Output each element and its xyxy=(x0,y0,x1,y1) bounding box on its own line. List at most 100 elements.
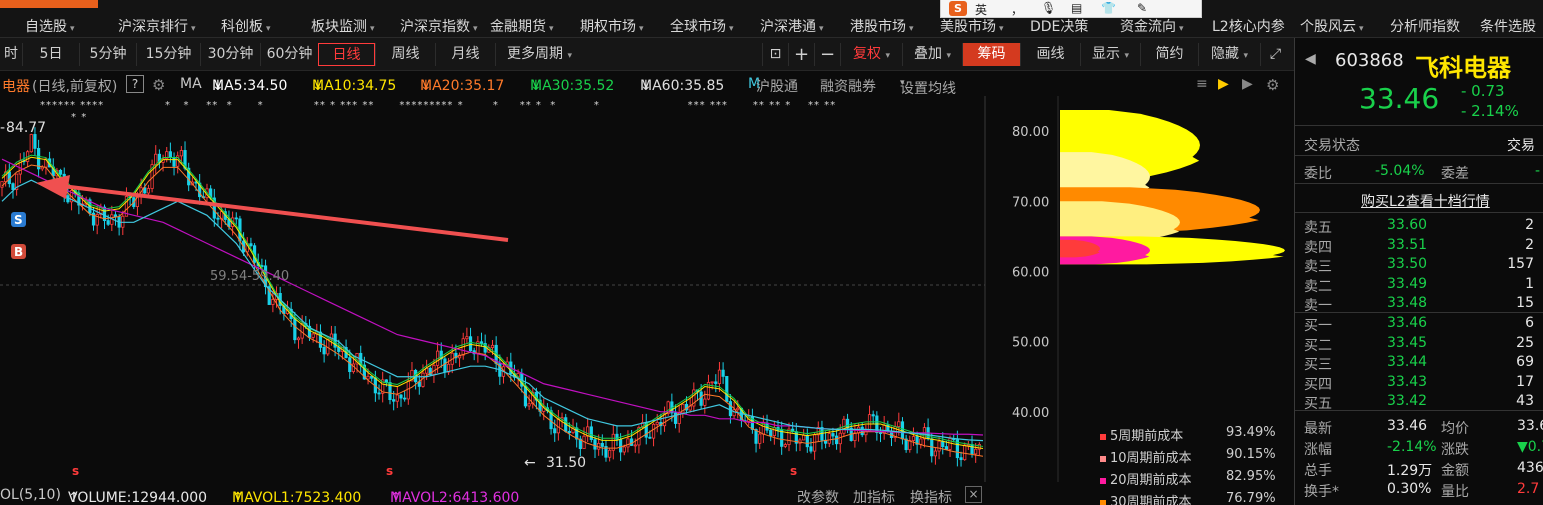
candle-body xyxy=(106,220,110,225)
rzrq-link[interactable]: 融资融券 xyxy=(820,76,876,96)
menu-item-10[interactable]: 美股市场 ▾ xyxy=(940,16,1004,36)
fullscreen-icon[interactable]: ⤢ xyxy=(1260,43,1290,66)
menu-item-label: DDE决策 xyxy=(1030,19,1089,35)
candle-body xyxy=(919,438,923,445)
menu-item-2[interactable]: 科创板 ▾ xyxy=(221,16,271,36)
menu-item-3[interactable]: 板块监测 ▾ xyxy=(311,16,375,36)
resize-handle[interactable] xyxy=(1295,479,1301,499)
s-marker-3[interactable]: s xyxy=(790,464,797,478)
candle-body xyxy=(465,336,469,340)
candle-body xyxy=(406,380,410,400)
gear-icon[interactable]: ⚙ xyxy=(1266,76,1279,94)
change-params-button[interactable]: 改参数 xyxy=(797,487,839,505)
stat-value: 0.30% xyxy=(1387,481,1432,497)
menu-item-label: L2核心内参 xyxy=(1212,19,1285,35)
period-15min[interactable]: 15分钟 xyxy=(136,43,200,66)
back-arrow-icon[interactable]: ◀ xyxy=(1305,51,1316,67)
s-marker-1[interactable]: s xyxy=(72,464,79,478)
gear-icon[interactable]: ⚙ xyxy=(152,76,165,94)
period-5day[interactable]: 5日 xyxy=(22,43,79,66)
bids-row[interactable]: 买三 33.44 69 xyxy=(1295,353,1543,373)
period-60min[interactable]: 60分钟 xyxy=(260,43,318,66)
candle-body xyxy=(728,401,733,417)
fuquan-dropdown[interactable]: 复权 ▾ xyxy=(840,43,902,66)
yincang-dropdown[interactable]: 隐藏 ▾ xyxy=(1198,43,1260,66)
asks-row[interactable]: 卖二 33.49 1 xyxy=(1295,275,1543,295)
chart-mode: (日线,前复权) xyxy=(32,79,118,95)
hgt-link[interactable]: 沪股通 xyxy=(756,76,798,96)
chouma-button[interactable]: 筹码 xyxy=(962,43,1020,66)
candle-body xyxy=(963,444,967,461)
candle-body xyxy=(377,392,381,395)
candle-body xyxy=(699,391,703,406)
period-more[interactable]: 更多周期 ▾ xyxy=(495,43,583,66)
period-monthly[interactable]: 月线 xyxy=(435,43,495,66)
menu-item-15[interactable]: 分析师指数 xyxy=(1390,16,1460,36)
bids-row[interactable]: 买五 33.42 43 xyxy=(1295,392,1543,412)
event-markers-row1[interactable]: ****** **** xyxy=(40,100,104,111)
buy-l2-link[interactable]: 购买L2查看十档行情 xyxy=(1361,191,1490,211)
sell-signal-label: S xyxy=(14,213,23,227)
xianshi-dropdown[interactable]: 显示 ▾ xyxy=(1080,43,1140,66)
flag-icon[interactable]: ▶ xyxy=(1218,76,1229,92)
ime-mic-icon[interactable]: 🎙 xyxy=(1041,1,1056,15)
menu-item-12[interactable]: 资金流向 ▾ xyxy=(1120,16,1184,36)
menu-item-11[interactable]: DDE决策 xyxy=(1030,16,1088,36)
ime-clipboard-icon[interactable]: ▤ xyxy=(1071,1,1082,15)
period-30min[interactable]: 30分钟 xyxy=(200,43,260,66)
level-price: 33.45 xyxy=(1387,334,1428,351)
ime-punct[interactable]: ， xyxy=(1011,1,1023,18)
menu-item-4[interactable]: 沪深京指数 ▾ xyxy=(400,16,478,36)
zoom-out-button[interactable]: − xyxy=(814,43,840,66)
menu-item-5[interactable]: 金融期货 ▾ xyxy=(490,16,554,36)
switch-indicator-button[interactable]: 换指标 xyxy=(910,487,952,505)
period-fenshi[interactable]: 时 xyxy=(0,43,22,66)
level-price: 33.60 xyxy=(1387,217,1428,233)
period-weekly[interactable]: 周线 xyxy=(375,43,435,66)
asks-row[interactable]: 卖五 33.60 2 xyxy=(1295,216,1543,236)
menu-item-6[interactable]: 期权市场 ▾ xyxy=(580,16,644,36)
menu-item-8[interactable]: 沪深港通 ▾ xyxy=(760,16,824,36)
event-markers-row1b[interactable]: * * ** * * ** * *** ** ********* * * ** … xyxy=(165,100,836,111)
add-indicator-button[interactable]: 加指标 xyxy=(853,487,895,505)
menu-item-14[interactable]: 个股风云 ▾ xyxy=(1300,16,1364,36)
bids-row[interactable]: 买四 33.43 17 xyxy=(1295,373,1543,393)
menu-item-1[interactable]: 沪深京排行 ▾ xyxy=(118,16,196,36)
zoom-in-button[interactable]: + xyxy=(788,43,814,66)
huaxian-button[interactable]: 画线 xyxy=(1020,43,1080,66)
flag-gray-icon[interactable]: ▶ xyxy=(1242,76,1253,92)
menu-item-7[interactable]: 全球市场 ▾ xyxy=(670,16,734,36)
menu-item-13[interactable]: L2核心内参 xyxy=(1212,16,1285,36)
candle-body xyxy=(948,438,952,450)
chevron-down-icon: ▾ xyxy=(70,24,75,34)
lock-icon[interactable]: ⊡ xyxy=(762,43,788,66)
price-change-pct: - 2.14% xyxy=(1461,102,1519,120)
asks-row[interactable]: 卖三 33.50 157 xyxy=(1295,255,1543,275)
bids-row[interactable]: 买二 33.45 25 xyxy=(1295,334,1543,354)
ime-tshirt-icon[interactable]: 👕 xyxy=(1101,1,1116,15)
menu-item-label: 港股市场 xyxy=(850,19,906,35)
s-marker-2[interactable]: s xyxy=(386,464,393,478)
close-icon[interactable]: × xyxy=(965,486,982,503)
list-icon[interactable]: ≡ xyxy=(1196,76,1208,92)
asks-row[interactable]: 卖四 33.51 2 xyxy=(1295,236,1543,256)
help-icon[interactable]: ? xyxy=(126,75,144,93)
menu-item-9[interactable]: 港股市场 ▾ xyxy=(850,16,914,36)
candle-body xyxy=(758,433,762,444)
menu-item-0[interactable]: 自选股 ▾ xyxy=(25,16,75,36)
bids-row[interactable]: 买一 33.46 6 xyxy=(1295,314,1543,334)
ime-lang[interactable]: 英 xyxy=(975,1,987,18)
ime-toolbar[interactable]: S 英 ， 🎙 ▤ 👕 ✎ xyxy=(940,0,1202,18)
level-price: 33.49 xyxy=(1387,275,1428,292)
menu-item-label: 个股风云 xyxy=(1300,19,1356,35)
period-5min[interactable]: 5分钟 xyxy=(79,43,136,66)
asks-row[interactable]: 卖一 33.48 15 xyxy=(1295,294,1543,314)
event-markers-row2[interactable]: * * xyxy=(0,112,87,123)
diejia-dropdown[interactable]: 叠加 ▾ xyxy=(902,43,962,66)
candle-body xyxy=(633,444,637,447)
ime-pen-icon[interactable]: ✎ xyxy=(1137,1,1147,15)
chevron-down-icon: ▾ xyxy=(266,24,271,34)
menu-item-16[interactable]: 条件选股 xyxy=(1480,16,1536,36)
period-daily[interactable]: 日线 xyxy=(318,43,375,66)
jianyue-button[interactable]: 简约 xyxy=(1140,43,1198,66)
